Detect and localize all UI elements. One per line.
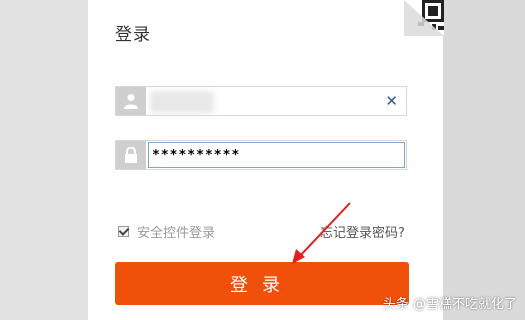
right-background <box>443 0 525 320</box>
forgot-password-link[interactable]: 忘记登录密码? <box>320 222 405 241</box>
username-blur <box>150 91 214 113</box>
user-icon <box>116 87 146 115</box>
username-row: ✕ <box>115 86 407 116</box>
watermark: 头条 @雪糕不吃就化了 <box>382 297 517 312</box>
left-background <box>0 0 88 320</box>
lock-icon <box>116 141 146 169</box>
secure-login-checkbox[interactable] <box>118 226 129 237</box>
password-row <box>115 140 407 170</box>
clear-username-icon[interactable]: ✕ <box>385 92 398 110</box>
password-input[interactable] <box>148 142 405 168</box>
secure-login-label: 安全控件登录 <box>137 226 216 241</box>
login-button[interactable]: 登录 <box>115 262 409 305</box>
qr-code-icon[interactable] <box>404 0 444 36</box>
login-title: 登录 <box>115 25 151 45</box>
secure-login-option[interactable]: 安全控件登录 <box>118 222 215 241</box>
